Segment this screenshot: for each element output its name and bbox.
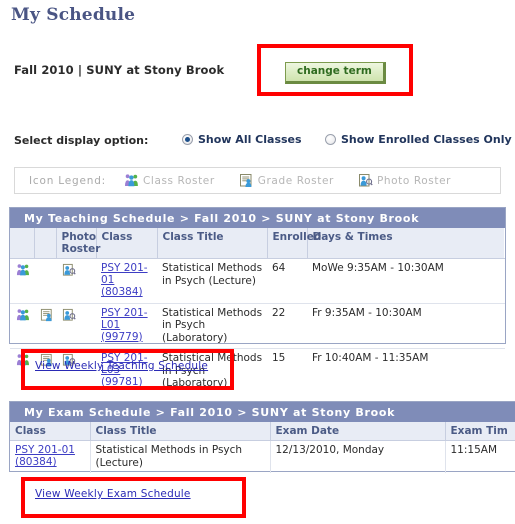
table-row: PSY 201-01 (80384) Statistical Methods in… (10, 258, 505, 304)
cell-photo-roster[interactable] (56, 303, 96, 349)
cell-class-roster[interactable] (10, 303, 34, 349)
radio-show-enrolled-only[interactable]: Show Enrolled Classes Only (325, 133, 512, 146)
exam-schedule-header-row: Class Class Title Exam Date Exam Tim (10, 422, 515, 441)
change-term-button[interactable]: change term (285, 62, 386, 84)
cell-enrolled: 15 (272, 352, 286, 364)
grade-roster-icon[interactable] (40, 308, 54, 322)
cell-class-roster[interactable] (10, 349, 34, 394)
icon-legend-bar: Icon Legend: Class Roster Grade Roster P… (14, 167, 501, 194)
icon-legend-title: Icon Legend: (29, 174, 106, 187)
exam-schedule-section: My Exam Schedule > Fall 2010 > SUNY at S… (9, 401, 515, 473)
col-class-title: Class Title (157, 228, 268, 259)
col-days-times: Days & Times (307, 228, 505, 259)
table-row: PSY 201-L01 (99779) Statistical Methods i… (10, 303, 505, 349)
grade-roster-icon (239, 173, 254, 188)
col-photo-roster: Photo Roster (56, 228, 100, 259)
radio-dot-icon[interactable] (182, 134, 193, 145)
display-option-label: Select display option: (14, 134, 149, 147)
term-info-label: Fall 2010 | SUNY at Stony Brook (14, 63, 225, 77)
class-link[interactable]: PSY 201-01 (80384) (101, 262, 153, 298)
display-options-row: Select display option: Show All Classes … (14, 133, 512, 151)
cell-exam-class[interactable]: PSY 201-01 (80384) (10, 440, 91, 473)
exam-schedule-header: My Exam Schedule > Fall 2010 > SUNY at S… (10, 402, 515, 422)
cell-class-title: Statistical Methods in Psych (Lecture) (157, 258, 267, 304)
col-enrolled: Enrolled (267, 228, 321, 259)
radio-dot-icon[interactable] (325, 134, 336, 145)
class-link-line2: (80384) (101, 286, 143, 298)
photo-roster-icon[interactable] (62, 308, 76, 322)
radio-show-all-classes-label: Show All Classes (198, 133, 302, 146)
class-link-line2: (80384) (15, 456, 57, 468)
cell-enrolled: 64 (267, 258, 307, 304)
photo-roster-icon (358, 173, 373, 188)
cell-class[interactable]: PSY 201-01 (80384) (96, 258, 157, 304)
exam-schedule-table: Class Class Title Exam Date Exam Tim PSY… (10, 422, 515, 473)
cell-exam-time: 11:15AM (450, 444, 498, 456)
class-roster-icon (124, 173, 139, 188)
legend-item-class-roster-label: Class Roster (143, 174, 215, 187)
page-title: My Schedule (11, 5, 136, 25)
cell-days-times: MoWe 9:35AM - 10:30AM (307, 258, 505, 304)
cell-days-times: Fr 9:35AM - 10:30AM (307, 303, 505, 349)
col-class-roster (10, 228, 35, 259)
cell-exam-class-title: Statistical Methods in Psych (Lecture) (90, 440, 271, 473)
col-exam-time: Exam Tim (445, 422, 515, 441)
col-exam-class-title: Class Title (90, 422, 271, 441)
view-weekly-exam-schedule-link[interactable]: View Weekly Exam Schedule (35, 488, 191, 500)
legend-item-photo-roster: Photo Roster (358, 173, 451, 188)
class-link-line2: (99779) (101, 330, 143, 343)
col-exam-class: Class (10, 422, 91, 441)
col-exam-date: Exam Date (270, 422, 446, 441)
cell-class-title: Statistical Methods in Psych (Laboratory… (157, 303, 267, 349)
radio-show-enrolled-only-label: Show Enrolled Classes Only (341, 133, 512, 146)
class-link-line1: PSY 201-L01 (101, 306, 148, 331)
teaching-schedule-header-row: Photo Roster Class Class Title Enrolled … (10, 228, 505, 259)
class-link[interactable]: PSY 201-L01 (99779) (101, 307, 153, 343)
legend-item-grade-roster-label: Grade Roster (257, 174, 334, 187)
class-roster-icon[interactable] (16, 308, 30, 322)
table-row: PSY 201-01 (80384) Statistical Methods in… (10, 440, 515, 473)
cell-days-times: Fr 10:40AM - 11:35AM (312, 352, 429, 364)
cell-grade-roster[interactable] (34, 303, 56, 349)
cell-enrolled: 22 (267, 303, 307, 349)
legend-item-class-roster: Class Roster (124, 173, 215, 188)
view-weekly-teaching-schedule-link[interactable]: View Weekly Teaching Schedule (35, 360, 208, 372)
cell-grade-roster (34, 258, 56, 304)
class-roster-icon[interactable] (16, 263, 30, 277)
teaching-schedule-section: My Teaching Schedule > Fall 2010 > SUNY … (9, 207, 506, 389)
legend-item-photo-roster-label: Photo Roster (376, 174, 452, 187)
teaching-schedule-header: My Teaching Schedule > Fall 2010 > SUNY … (10, 208, 505, 228)
radio-show-all-classes[interactable]: Show All Classes (182, 133, 302, 146)
col-class: Class (96, 228, 158, 259)
photo-roster-icon[interactable] (62, 263, 76, 277)
class-roster-icon[interactable] (16, 353, 30, 367)
cell-class[interactable]: PSY 201-L01 (99779) (96, 303, 157, 349)
col-grade-roster (34, 228, 57, 259)
legend-item-grade-roster: Grade Roster (239, 173, 334, 188)
cell-photo-roster[interactable] (56, 258, 96, 304)
class-link[interactable]: PSY 201-01 (80384) (15, 444, 75, 468)
cell-exam-date: 12/13/2010, Monday (270, 440, 446, 473)
class-link-line2: (99781) (101, 376, 143, 388)
class-link-line1: PSY 201-01 (15, 444, 75, 456)
class-link-line1: PSY 201-01 (101, 262, 148, 286)
cell-class-roster[interactable] (10, 258, 34, 304)
